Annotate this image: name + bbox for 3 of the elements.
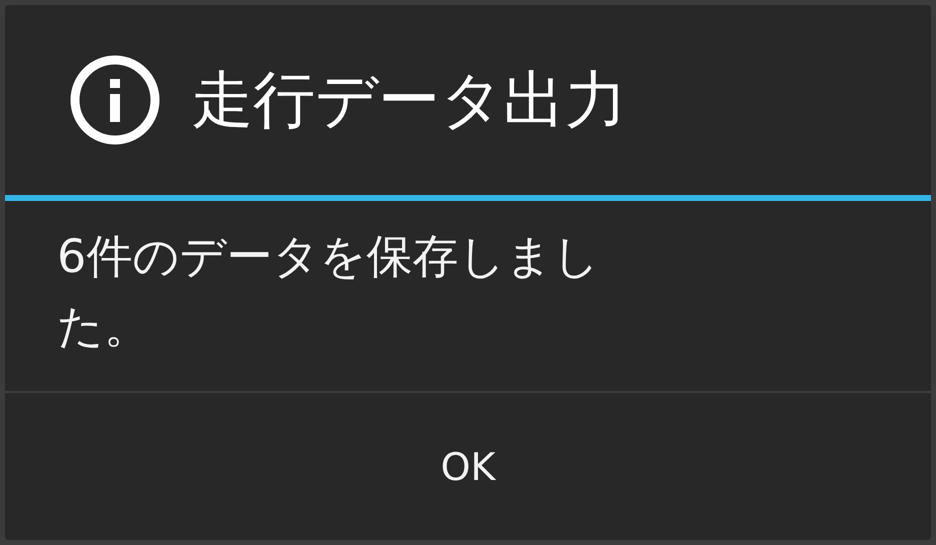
dialog-title: 走行データ出力 (191, 66, 627, 134)
dialog-message: 6件のデータを保存しました。 (57, 228, 600, 355)
info-icon (69, 54, 161, 146)
